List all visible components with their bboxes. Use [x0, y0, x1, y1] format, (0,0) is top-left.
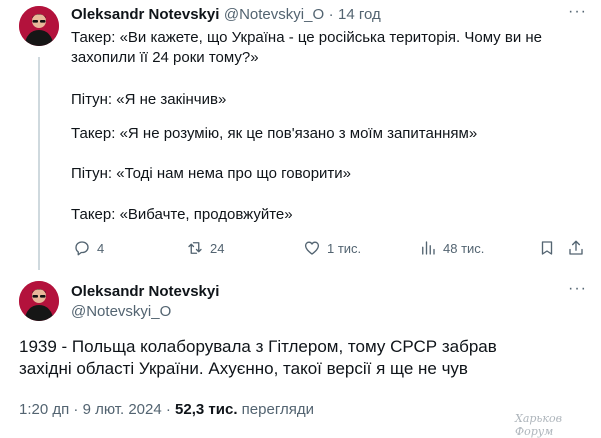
- tweet-paragraph-2: Пітун: «Я не закінчив»: [71, 90, 571, 110]
- views-icon: [422, 241, 435, 255]
- tweet-header: Oleksandr Notevskyi @Notevskyi_O · 14 го…: [71, 6, 381, 24]
- repost-count: 24: [210, 240, 225, 256]
- reply-count: 4: [97, 240, 105, 256]
- thread-line: [38, 57, 40, 270]
- tweet-date[interactable]: 9 лют. 2024: [83, 401, 162, 418]
- bookmark-button[interactable]: [538, 239, 556, 257]
- tweet-paragraph: Пітун: «Тоді нам нема про що говорити»: [71, 165, 352, 182]
- bookmark-icon: [541, 241, 553, 255]
- repost-button[interactable]: 24: [186, 239, 224, 257]
- share-button[interactable]: [567, 239, 585, 257]
- reply-button[interactable]: 4: [73, 239, 104, 257]
- author-handle[interactable]: @Notevskyi_O: [71, 303, 171, 320]
- separator: ·: [73, 401, 79, 418]
- watermark: Харьков Форум: [515, 412, 563, 438]
- avatar[interactable]: [19, 281, 59, 321]
- tweet-meta: 1:20 дп · 9 лют. 2024 · 52,3 тис. перегл…: [19, 401, 314, 418]
- avatar[interactable]: [19, 6, 59, 46]
- separator: ·: [165, 401, 171, 418]
- tweet-paragraph: Такер: «Ви кажете, що Україна - це росій…: [71, 29, 542, 66]
- like-count: 1 тис.: [327, 240, 362, 256]
- repost-icon: [188, 242, 202, 254]
- tweet-paragraph: Такер: «Я не розумію, як це пов'язано з …: [71, 125, 478, 142]
- tweet-paragraph-4: Пітун: «Тоді нам нема про що говорити»: [71, 164, 571, 184]
- tweet-time[interactable]: 14 год: [338, 6, 381, 23]
- author-name[interactable]: Oleksandr Notevskyi: [71, 6, 219, 23]
- tweet-text: 1939 - Польща колаборувала з Гітлером, т…: [19, 337, 497, 378]
- tweet-time[interactable]: 1:20 дп: [19, 401, 69, 418]
- share-icon: [569, 240, 583, 255]
- tweet-paragraph: Пітун: «Я не закінчив»: [71, 91, 227, 108]
- views-button[interactable]: 48 тис.: [419, 239, 484, 257]
- more-horizontal-icon[interactable]: ···: [568, 280, 587, 298]
- views-count: 52,3 тис.: [175, 401, 238, 418]
- views-count: 48 тис.: [443, 240, 485, 256]
- separator: ·: [328, 6, 334, 23]
- author-name[interactable]: Oleksandr Notevskyi: [71, 283, 219, 300]
- views-label: перегляди: [241, 401, 314, 418]
- tweet-paragraph: Такер: «Вибачте, продовжуйте»: [71, 206, 293, 223]
- tweet-text: Такер: «Ви кажете, що Україна - це росій…: [71, 28, 571, 68]
- like-button[interactable]: 1 тис.: [303, 239, 361, 257]
- more-horizontal-icon[interactable]: ···: [568, 3, 587, 21]
- author-handle[interactable]: @Notevskyi_O: [224, 6, 324, 23]
- tweet-paragraph-3: Такер: «Я не розумію, як це пов'язано з …: [71, 124, 571, 144]
- tweet-paragraph-5: Такер: «Вибачте, продовжуйте»: [71, 205, 571, 225]
- heart-icon: [304, 241, 320, 255]
- reply-icon: [75, 241, 89, 256]
